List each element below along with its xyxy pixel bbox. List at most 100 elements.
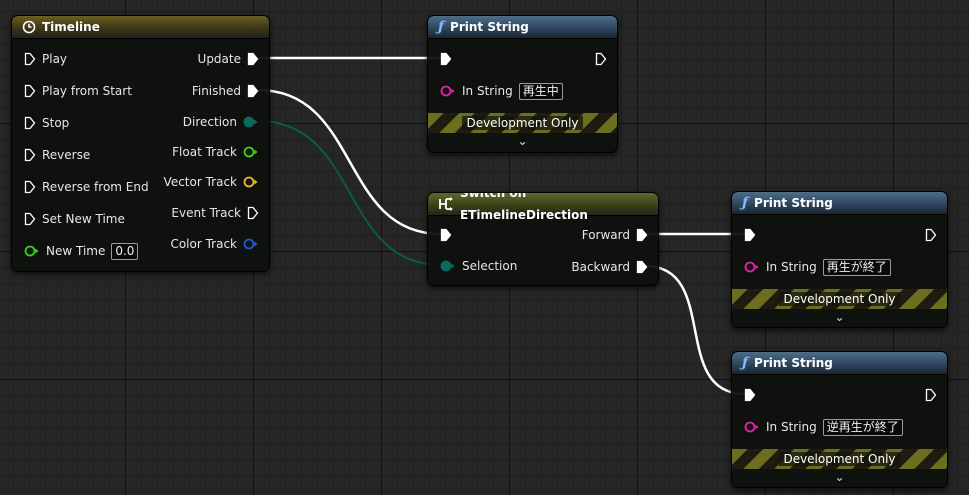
exec-pin-icon <box>636 260 648 274</box>
exec-in-pin[interactable] <box>744 227 756 243</box>
exec-pin-icon <box>24 52 36 66</box>
vector-track-label: Vector Track <box>163 175 237 189</box>
play-pin[interactable]: Play <box>24 51 67 67</box>
finished-pin[interactable]: Finished <box>192 83 259 99</box>
exec-pin-icon <box>24 116 36 130</box>
timeline-header[interactable]: Timeline <box>12 16 269 39</box>
exec-pin-icon <box>24 84 36 98</box>
backward-label: Backward <box>571 260 630 274</box>
development-only-label: Development Only <box>462 116 583 130</box>
color-track-pin[interactable]: Color Track <box>170 236 259 252</box>
print-string-title: Print String <box>754 356 833 370</box>
exec-pin-icon <box>247 52 259 66</box>
play-label: Play <box>42 52 68 66</box>
in-string-label: In String <box>766 260 817 274</box>
string-pin-icon <box>440 85 455 97</box>
float-pin-icon <box>24 245 39 257</box>
reverse-label: Reverse <box>42 148 91 162</box>
development-only-banner: Development Only <box>428 113 617 133</box>
exec-out-pin[interactable] <box>925 227 937 243</box>
selection-label: Selection <box>462 259 518 273</box>
print-string-node-1[interactable]: ƒ Print String In String 再生中 Development… <box>427 15 618 153</box>
in-string-input[interactable]: 再生中 <box>518 82 563 100</box>
print-string-header[interactable]: ƒ Print String <box>732 352 947 375</box>
wire-backward-to-print3[interactable] <box>644 264 746 396</box>
event-track-pin[interactable]: Event Track <box>171 205 259 221</box>
selection-pin[interactable]: Selection <box>440 258 517 274</box>
stop-pin[interactable]: Stop <box>24 115 69 131</box>
enum-pin-icon <box>440 260 455 272</box>
chevron-down-icon[interactable]: ⌄ <box>732 471 947 483</box>
exec-pin-icon <box>440 52 452 66</box>
stop-label: Stop <box>42 116 70 130</box>
switch-title: Switch on ETimelineDirection <box>459 192 588 222</box>
float-track-pin[interactable]: Float Track <box>172 144 259 160</box>
print-string-node-3[interactable]: ƒ Print String In String 逆再生が終了 Developm… <box>731 351 948 488</box>
switch-header[interactable]: Switch on ETimelineDirection <box>428 193 658 222</box>
reverse-from-end-pin[interactable]: Reverse from End <box>24 179 149 195</box>
set-new-time-pin[interactable]: Set New Time <box>24 211 125 227</box>
new-time-label: New Time <box>46 244 106 258</box>
string-pin-icon <box>744 421 759 433</box>
exec-in-pin[interactable] <box>744 387 756 403</box>
in-string-input[interactable]: 再生が終了 <box>822 258 891 276</box>
new-time-pin[interactable]: New Time 0.0 <box>24 242 139 260</box>
print-string-header[interactable]: ƒ Print String <box>732 192 947 215</box>
direction-pin[interactable]: Direction <box>183 114 259 130</box>
switch-node[interactable]: Switch on ETimelineDirection Selection F… <box>427 192 659 286</box>
development-only-label: Development Only <box>779 292 900 306</box>
exec-pin-icon <box>440 228 452 242</box>
exec-pin-icon <box>636 228 648 242</box>
in-string-pin[interactable]: In String 再生が終了 <box>744 258 891 276</box>
in-string-pin[interactable]: In String 再生中 <box>440 82 563 100</box>
reverse-from-end-label: Reverse from End <box>42 180 149 194</box>
direction-label: Direction <box>182 115 237 129</box>
vector-track-pin[interactable]: Vector Track <box>164 174 259 190</box>
clock-icon <box>22 20 36 34</box>
exec-out-pin[interactable] <box>595 51 607 67</box>
function-icon: ƒ <box>438 19 445 35</box>
in-string-input[interactable]: 逆再生が終了 <box>822 418 903 436</box>
reverse-pin[interactable]: Reverse <box>24 147 90 163</box>
development-only-banner: Development Only <box>732 449 947 469</box>
exec-pin-icon <box>744 228 756 242</box>
in-string-label: In String <box>462 84 513 98</box>
wire-finished-to-switch[interactable] <box>257 88 442 236</box>
forward-pin[interactable]: Forward <box>582 227 648 243</box>
development-only-banner: Development Only <box>732 289 947 309</box>
play-from-start-pin[interactable]: Play from Start <box>24 83 132 99</box>
exec-pin-icon <box>247 84 259 98</box>
wire-direction-to-selection[interactable] <box>257 120 442 266</box>
chevron-down-icon[interactable]: ⌄ <box>732 311 947 323</box>
color-track-label: Color Track <box>170 237 237 251</box>
chevron-down-icon[interactable]: ⌄ <box>428 135 617 147</box>
finished-label: Finished <box>191 84 241 98</box>
in-string-label: In String <box>766 420 817 434</box>
print-string-node-2[interactable]: ƒ Print String In String 再生が終了 Developme… <box>731 191 948 328</box>
vector-pin-icon <box>243 176 258 188</box>
exec-pin-icon <box>925 228 937 242</box>
timeline-node[interactable]: Timeline Play Play from Start Stop Rever… <box>11 15 270 272</box>
enum-pin-icon <box>243 116 258 128</box>
backward-pin[interactable]: Backward <box>571 259 648 275</box>
float-pin-icon <box>243 146 258 158</box>
update-label: Update <box>197 52 241 66</box>
play-from-start-label: Play from Start <box>42 84 132 98</box>
exec-pin-icon <box>24 212 36 226</box>
function-icon: ƒ <box>742 195 749 211</box>
development-only-label: Development Only <box>779 452 900 466</box>
new-time-input[interactable]: 0.0 <box>111 242 139 260</box>
update-pin[interactable]: Update <box>198 51 259 67</box>
exec-in-pin[interactable] <box>440 51 452 67</box>
exec-out-pin[interactable] <box>925 387 937 403</box>
exec-pin-icon <box>925 388 937 402</box>
print-string-header[interactable]: ƒ Print String <box>428 16 617 39</box>
exec-pin-icon <box>24 148 36 162</box>
switch-exec-in-pin[interactable] <box>440 227 452 243</box>
exec-pin-icon <box>744 388 756 402</box>
forward-label: Forward <box>581 228 630 242</box>
in-string-pin[interactable]: In String 逆再生が終了 <box>744 418 903 436</box>
switch-icon <box>439 197 453 211</box>
set-new-time-label: Set New Time <box>42 212 125 226</box>
print-string-title: Print String <box>754 196 833 210</box>
